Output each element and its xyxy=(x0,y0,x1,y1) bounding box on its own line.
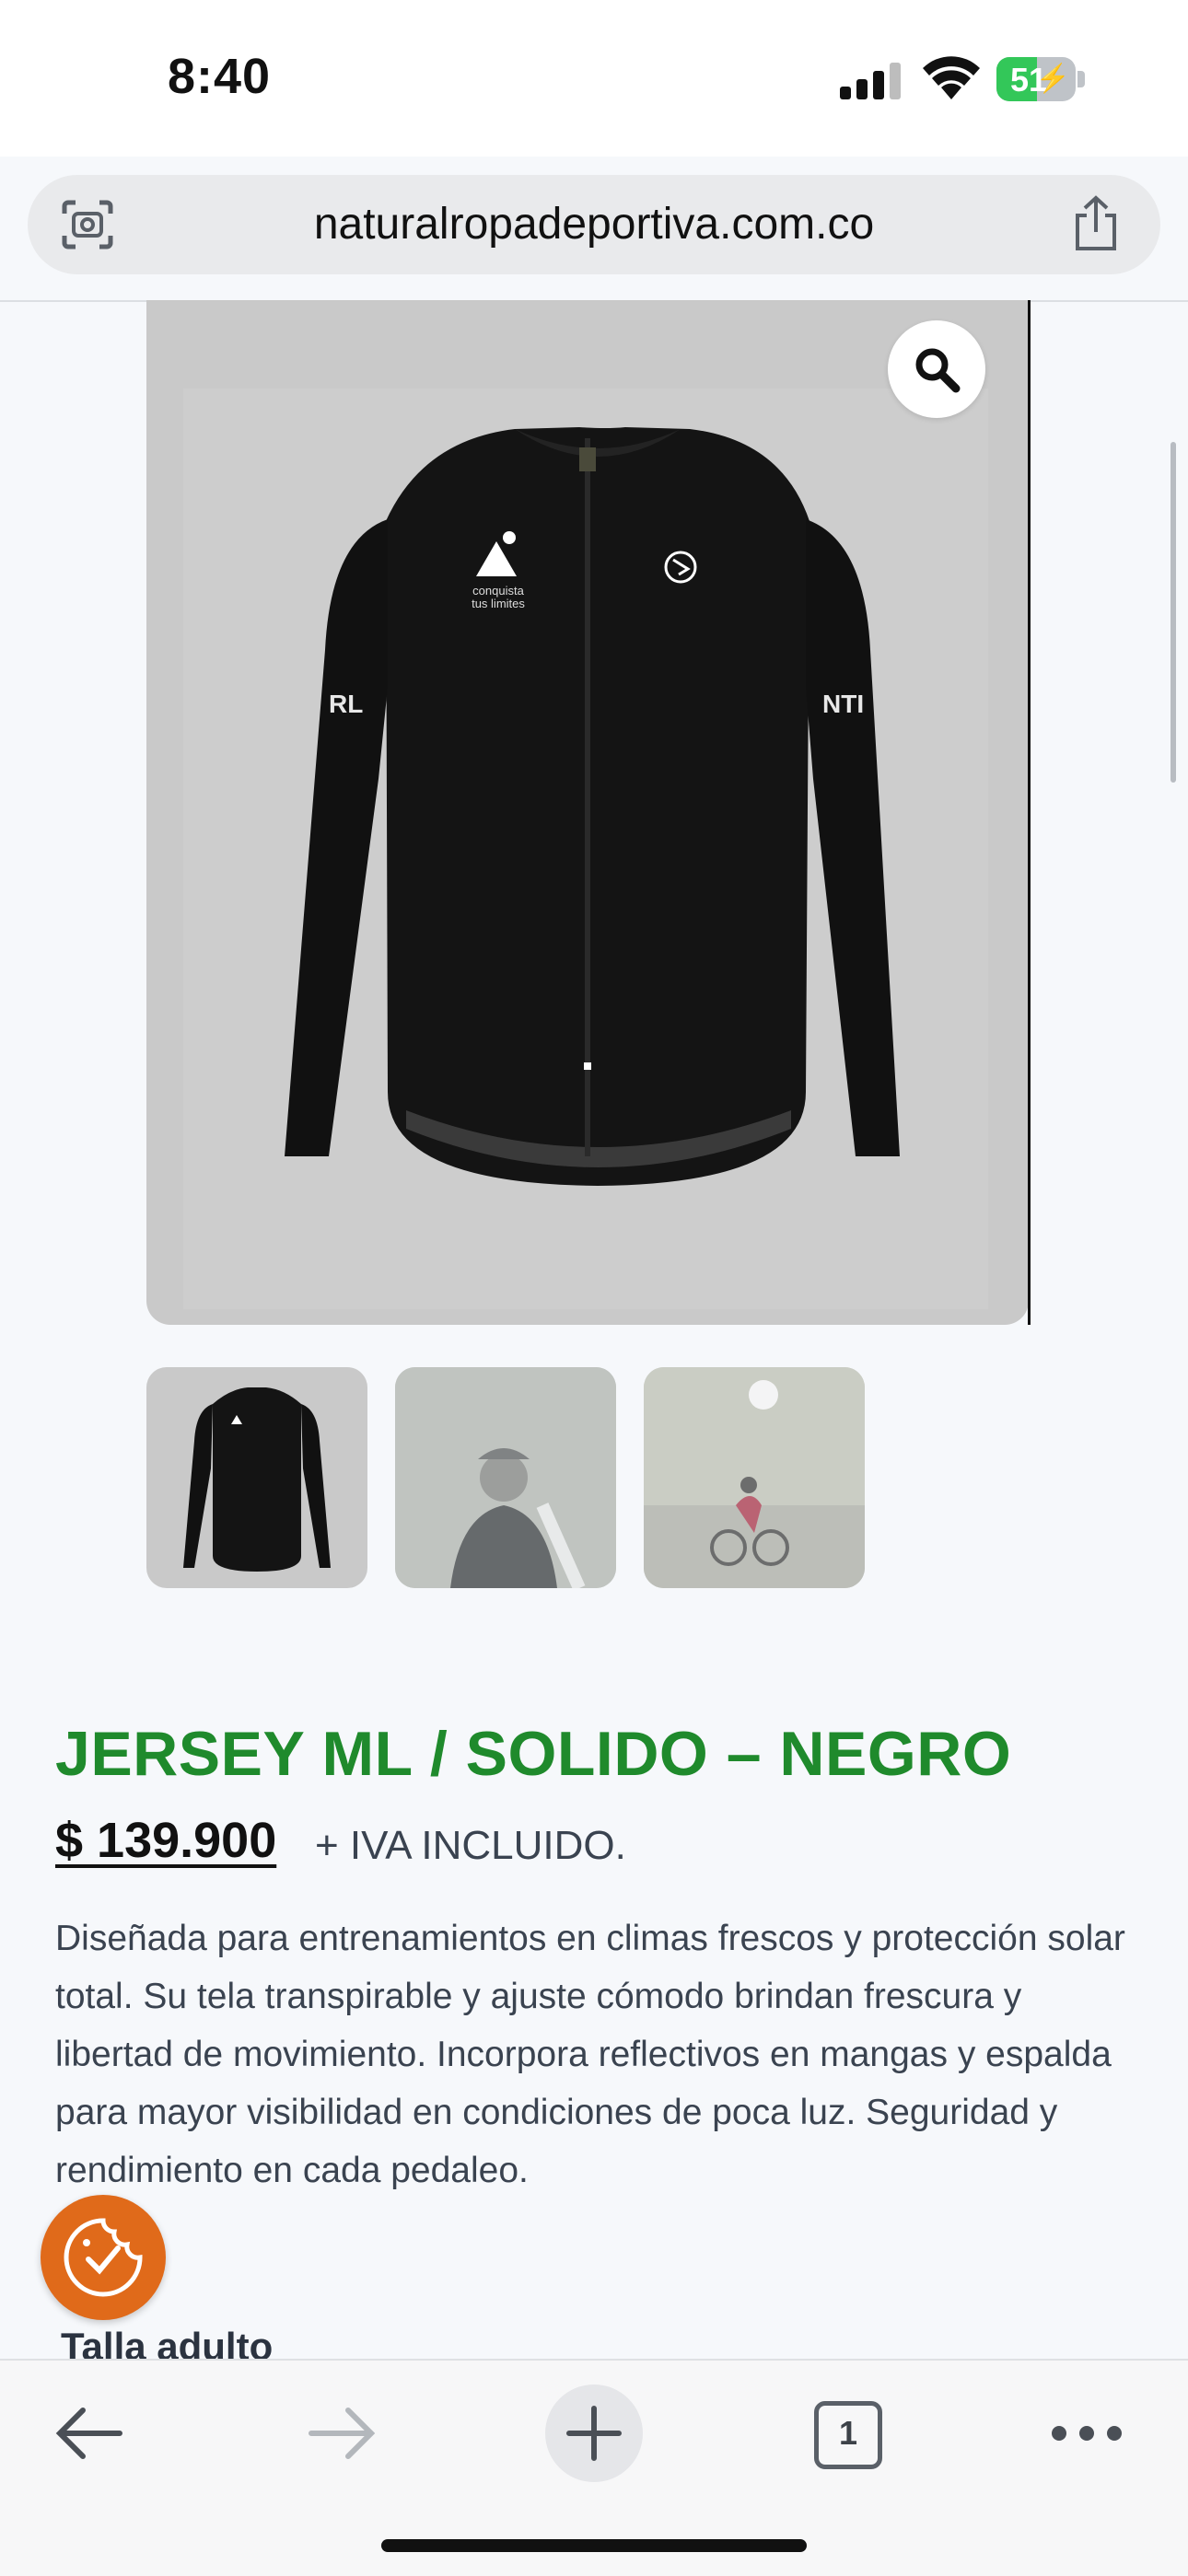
wifi-icon xyxy=(923,56,980,99)
thumbnail-3[interactable] xyxy=(644,1367,865,1588)
tabs-button[interactable]: 1 xyxy=(810,2385,884,2482)
image-edge xyxy=(1028,300,1031,1325)
share-icon[interactable] xyxy=(1070,195,1122,252)
tab-count: 1 xyxy=(838,2414,858,2452)
product-title: JERSEY ML / SOLIDO – NEGRO xyxy=(55,1719,1012,1789)
new-tab-button[interactable] xyxy=(545,2385,643,2482)
sleeve-print-right: NTI xyxy=(822,690,864,718)
back-button[interactable] xyxy=(50,2385,129,2482)
forward-button[interactable] xyxy=(302,2385,381,2482)
tax-note: + IVA INCLUIDO. xyxy=(315,1823,626,1868)
address-bar[interactable]: naturalropadeportiva.com.co xyxy=(28,175,1160,274)
forward-icon xyxy=(309,2408,376,2459)
zoom-icon xyxy=(915,348,961,393)
status-bar: 8:40 51 ⚡ xyxy=(0,0,1188,157)
back-icon xyxy=(55,2408,122,2459)
charging-bolt-icon: ⚡ xyxy=(1035,64,1070,94)
cookie-consent-button[interactable] xyxy=(41,2195,166,2320)
cookie-icon xyxy=(64,2218,143,2297)
zoom-button[interactable] xyxy=(888,320,985,418)
product-description: Diseñada para entrenamientos en climas f… xyxy=(55,1919,1125,2190)
more-icon xyxy=(1052,2426,1122,2441)
chest-logo-text-1: conquista xyxy=(472,584,524,598)
product-price[interactable]: $ 139.900 xyxy=(55,1812,276,1869)
battery-indicator: 51 ⚡ xyxy=(996,57,1085,103)
home-indicator[interactable] xyxy=(381,2539,807,2552)
plus-icon xyxy=(566,2406,622,2461)
thumbnail-2[interactable] xyxy=(395,1367,616,1588)
page-scrollbar[interactable] xyxy=(1171,442,1176,783)
signal-icon xyxy=(840,63,901,99)
more-menu-button[interactable] xyxy=(1041,2385,1133,2482)
product-main-image[interactable]: conquista tus limites RL NTI xyxy=(146,300,1029,1325)
chest-logo-text-2: tus limites xyxy=(472,597,525,610)
thumbnail-1[interactable] xyxy=(146,1367,367,1588)
url-text[interactable]: naturalropadeportiva.com.co xyxy=(28,199,1160,249)
status-time: 8:40 xyxy=(168,49,272,104)
jersey-illustration: conquista tus limites RL NTI xyxy=(285,427,900,1186)
sleeve-print-left: RL xyxy=(329,690,363,718)
